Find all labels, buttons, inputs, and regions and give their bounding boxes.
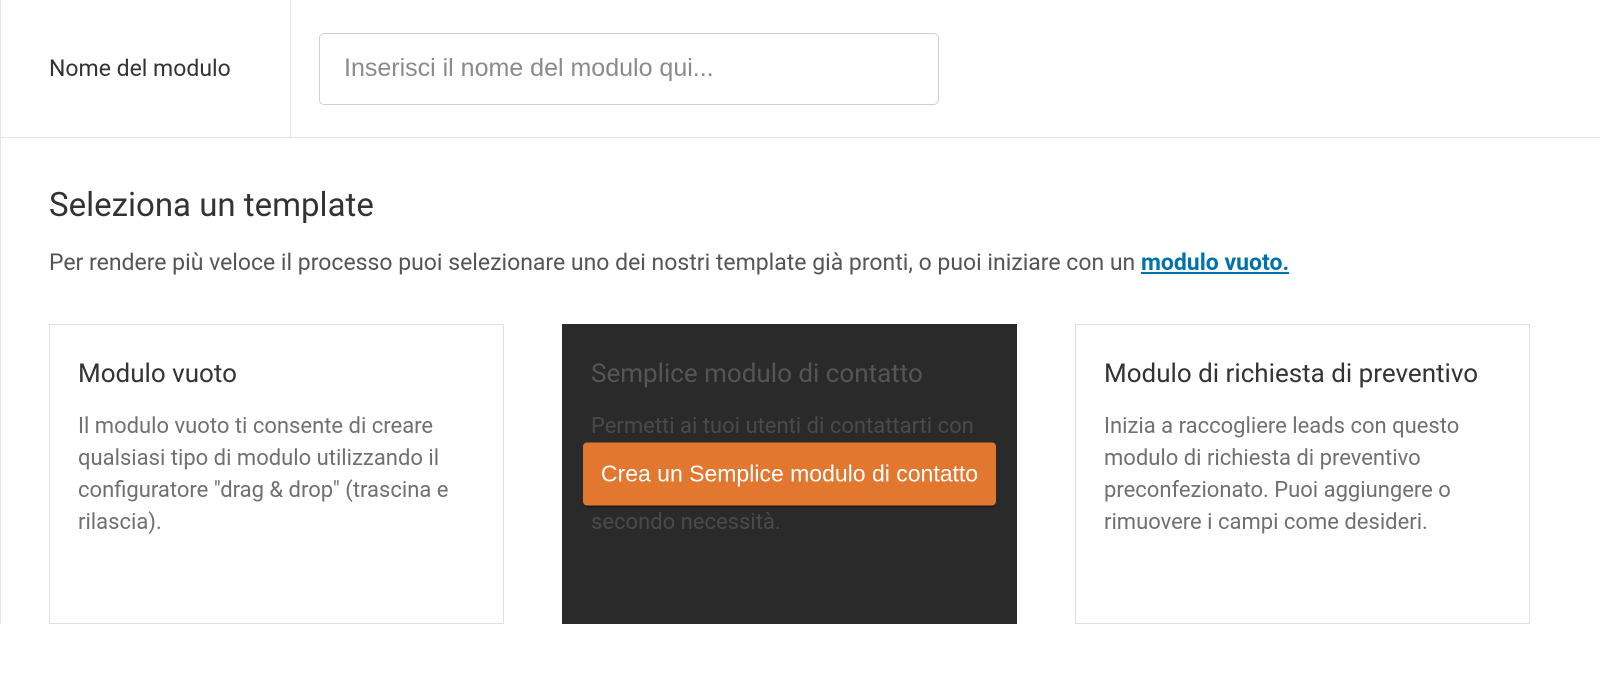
template-card-blank[interactable]: Modulo vuoto Il modulo vuoto ti consente… <box>49 324 504 624</box>
form-name-input[interactable] <box>319 33 939 105</box>
section-title: Seleziona un template <box>49 186 1552 225</box>
template-cards: Modulo vuoto Il modulo vuoto ti consente… <box>49 324 1552 624</box>
card-title: Modulo di richiesta di preventivo <box>1104 359 1501 389</box>
section-subtitle: Per rendere più veloce il processo puoi … <box>49 249 1552 276</box>
form-name-label: Nome del modulo <box>1 0 291 137</box>
create-contact-form-button[interactable]: Crea un Semplice modulo di contatto <box>583 443 996 506</box>
template-card-contact[interactable]: Semplice modulo di contatto Permetti ai … <box>562 324 1017 624</box>
section-subtitle-text: Per rendere più veloce il processo puoi … <box>49 249 1141 276</box>
card-title: Modulo vuoto <box>78 359 475 389</box>
blank-form-link[interactable]: modulo vuoto. <box>1141 249 1289 276</box>
form-name-input-cell <box>291 0 967 137</box>
form-name-row: Nome del modulo <box>1 0 1600 138</box>
template-card-quote[interactable]: Modulo di richiesta di preventivo Inizia… <box>1075 324 1530 624</box>
card-title: Semplice modulo di contatto <box>591 359 988 389</box>
card-desc: Inizia a raccogliere leads con questo mo… <box>1104 411 1501 539</box>
template-section: Seleziona un template Per rendere più ve… <box>1 138 1600 624</box>
card-desc: Il modulo vuoto ti consente di creare qu… <box>78 411 475 539</box>
